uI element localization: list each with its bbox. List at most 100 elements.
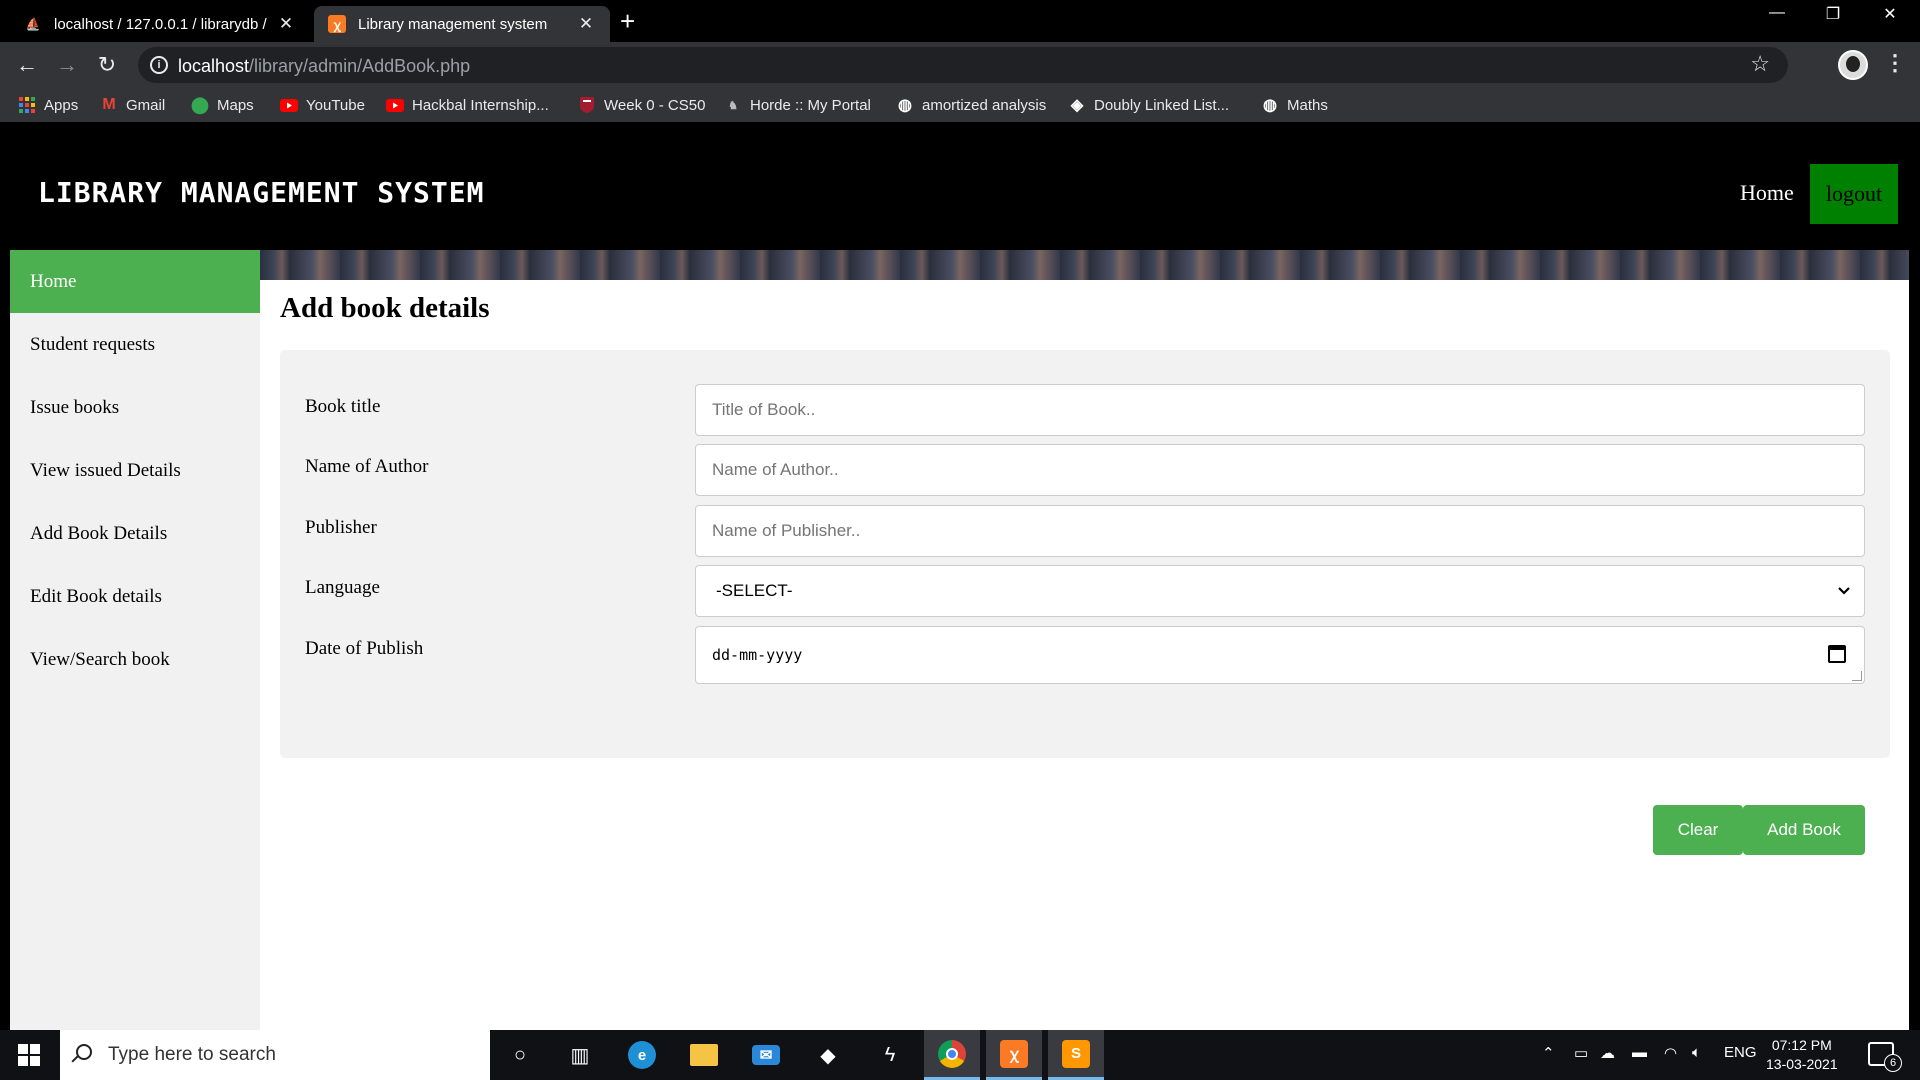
sidebar: Home Student requests Issue books View i… (10, 250, 260, 1030)
file-explorer-icon[interactable] (676, 1030, 732, 1080)
task-view-icon[interactable]: ▥ (552, 1030, 608, 1080)
sidebar-item-home[interactable]: Home (10, 250, 260, 313)
clock-time: 07:12 PM (1771, 1037, 1832, 1053)
bookmark-amortized[interactable]: ◍ amortized analysis (896, 94, 1046, 116)
calendar-icon[interactable] (1828, 645, 1846, 663)
book-title-input[interactable]: Title of Book.. (695, 384, 1865, 436)
clock-date: 13-03-2021 (1766, 1056, 1838, 1072)
tray-onedrive-icon[interactable]: ☁ (1600, 1044, 1615, 1062)
bookmark-doubly-linked[interactable]: ◈ Doubly Linked List... (1068, 94, 1229, 116)
bookmark-label: Gmail (126, 96, 166, 114)
language-selected-value: -SELECT- (716, 581, 793, 600)
tray-volume-icon[interactable]: 🔈︎ (1692, 1044, 1701, 1061)
xampp-icon: ꭓ (328, 15, 346, 33)
bookmark-label: Doubly Linked List... (1094, 96, 1230, 114)
tab-library[interactable]: ꭓ Library management system ✕ (314, 6, 610, 42)
language-label: Language (305, 577, 380, 598)
sidebar-item-student-requests[interactable]: Student requests (10, 313, 260, 376)
date-label: Date of Publish (305, 638, 424, 659)
publisher-input[interactable]: Name of Publisher.. (695, 505, 1865, 557)
address-url[interactable]: localhost/library/admin/AddBook.php (178, 56, 470, 77)
windows-taskbar: Type here to search ○ ▥ e ✉ ◆ ϟ ꭓ S ⌃ ▭ … (0, 1030, 1920, 1080)
sidebar-item-add-book-details[interactable]: Add Book Details (10, 502, 260, 565)
app-bolt-icon[interactable]: ϟ (862, 1030, 918, 1080)
date-input[interactable]: dd-mm-yyyy (695, 626, 1865, 684)
bookmark-maps[interactable]: ⬤ Maps (191, 94, 254, 116)
dropbox-icon[interactable]: ◆ (800, 1030, 856, 1080)
globe-icon: ◍ (898, 97, 912, 114)
nav-home-link[interactable]: Home (1740, 180, 1794, 206)
sublime-text-icon[interactable]: S (1048, 1030, 1104, 1080)
tray-wifi-icon[interactable]: ◠ (1664, 1044, 1677, 1062)
chevron-down-icon (1838, 587, 1850, 595)
sidebar-item-edit-book-details[interactable]: Edit Book details (10, 565, 260, 628)
taskbar-clock[interactable]: 07:12 PM 13-03-2021 (1766, 1036, 1838, 1074)
xampp-taskbar-icon[interactable]: ꭓ (986, 1030, 1042, 1080)
browser-toolbar: ← → ↻ i localhost/library/admin/AddBook.… (0, 42, 1920, 88)
page-left-border (0, 122, 10, 1030)
bookmark-hackbal[interactable]: Hackbal Internship... (386, 94, 549, 116)
bookmark-maths[interactable]: ◍ Maths (1261, 94, 1328, 116)
bookmark-horde[interactable]: ♞ Horde :: My Portal (724, 94, 871, 116)
close-window-icon[interactable]: ✕ (1870, 4, 1910, 24)
maps-icon: ⬤ (191, 97, 209, 114)
youtube-icon (386, 96, 404, 114)
tab-title: localhost / 127.0.0.1 / librarydb / (54, 15, 267, 33)
profile-avatar[interactable] (1838, 50, 1868, 80)
browser-menu-icon[interactable]: ⋮ (1884, 50, 1906, 76)
phpmyadmin-icon: ⛵ (25, 17, 41, 31)
bookmark-label: Week 0 - CS50 (604, 96, 706, 114)
web-page: LIBRARY MANAGEMENT SYSTEM Home logout Ho… (0, 122, 1920, 1030)
sidebar-item-view-search-book[interactable]: View/Search book (10, 628, 260, 691)
apps-grid-icon (18, 96, 36, 114)
page-top-border (0, 122, 1920, 138)
logout-button[interactable]: logout (1810, 164, 1898, 224)
horde-icon: ♞ (728, 99, 738, 112)
chrome-icon[interactable] (924, 1030, 980, 1080)
restore-icon[interactable]: ❐ (1813, 4, 1853, 24)
taskbar-search[interactable]: Type here to search (60, 1030, 490, 1080)
harvard-icon (578, 96, 596, 114)
windows-start-icon[interactable] (18, 1044, 40, 1066)
bookmark-apps[interactable]: Apps (18, 94, 78, 116)
site-title: LIBRARY MANAGEMENT SYSTEM (38, 176, 485, 209)
close-icon[interactable]: ✕ (276, 14, 296, 34)
date-placeholder: dd-mm-yyyy (712, 646, 803, 664)
sidebar-item-issue-books[interactable]: Issue books (10, 376, 260, 439)
tray-language[interactable]: ENG (1724, 1044, 1757, 1061)
close-icon[interactable]: ✕ (576, 14, 596, 34)
bookmark-label: Maths (1287, 96, 1328, 114)
site-header: LIBRARY MANAGEMENT SYSTEM Home logout (10, 138, 1909, 250)
minimize-icon[interactable]: — (1757, 4, 1797, 22)
taskbar-search-placeholder: Type here to search (108, 1044, 276, 1065)
tab-phpmyadmin[interactable]: ⛵ localhost / 127.0.0.1 / librarydb / ✕ (10, 6, 310, 42)
gmail-icon: M (102, 96, 116, 113)
new-tab-button[interactable]: + (620, 6, 635, 36)
bookmark-star-icon[interactable]: ☆ (1750, 51, 1770, 77)
resize-grip-icon[interactable] (1852, 671, 1862, 681)
language-select[interactable]: -SELECT- (695, 565, 1865, 617)
address-bar[interactable]: i localhost/library/admin/AddBook.php ☆ (138, 47, 1788, 83)
bookmark-cs50[interactable]: Week 0 - CS50 (578, 94, 705, 116)
edge-icon[interactable]: e (614, 1030, 670, 1080)
tray-battery-icon[interactable]: ▬ (1632, 1044, 1647, 1061)
bookmark-gmail[interactable]: M Gmail (100, 94, 165, 116)
forward-icon[interactable]: → (52, 50, 82, 80)
bookmark-label: Apps (44, 96, 79, 114)
author-input[interactable]: Name of Author.. (695, 444, 1865, 496)
mail-icon[interactable]: ✉ (738, 1030, 794, 1080)
reload-icon[interactable]: ↻ (92, 50, 122, 80)
tray-chevron-up-icon[interactable]: ⌃ (1542, 1044, 1555, 1062)
bookmark-youtube[interactable]: YouTube (280, 94, 365, 116)
back-icon[interactable]: ← (12, 50, 42, 80)
bookmark-label: Maps (217, 96, 254, 114)
cortana-icon[interactable]: ○ (492, 1030, 548, 1080)
youtube-icon (280, 96, 298, 114)
search-icon (76, 1044, 92, 1060)
tray-meet-icon[interactable]: ▭ (1574, 1044, 1588, 1062)
sidebar-item-view-issued-details[interactable]: View issued Details (10, 439, 260, 502)
info-icon[interactable]: i (150, 56, 168, 74)
add-book-button[interactable]: Add Book (1743, 805, 1865, 855)
clear-button[interactable]: Clear (1653, 805, 1743, 855)
author-label: Name of Author (305, 456, 429, 477)
